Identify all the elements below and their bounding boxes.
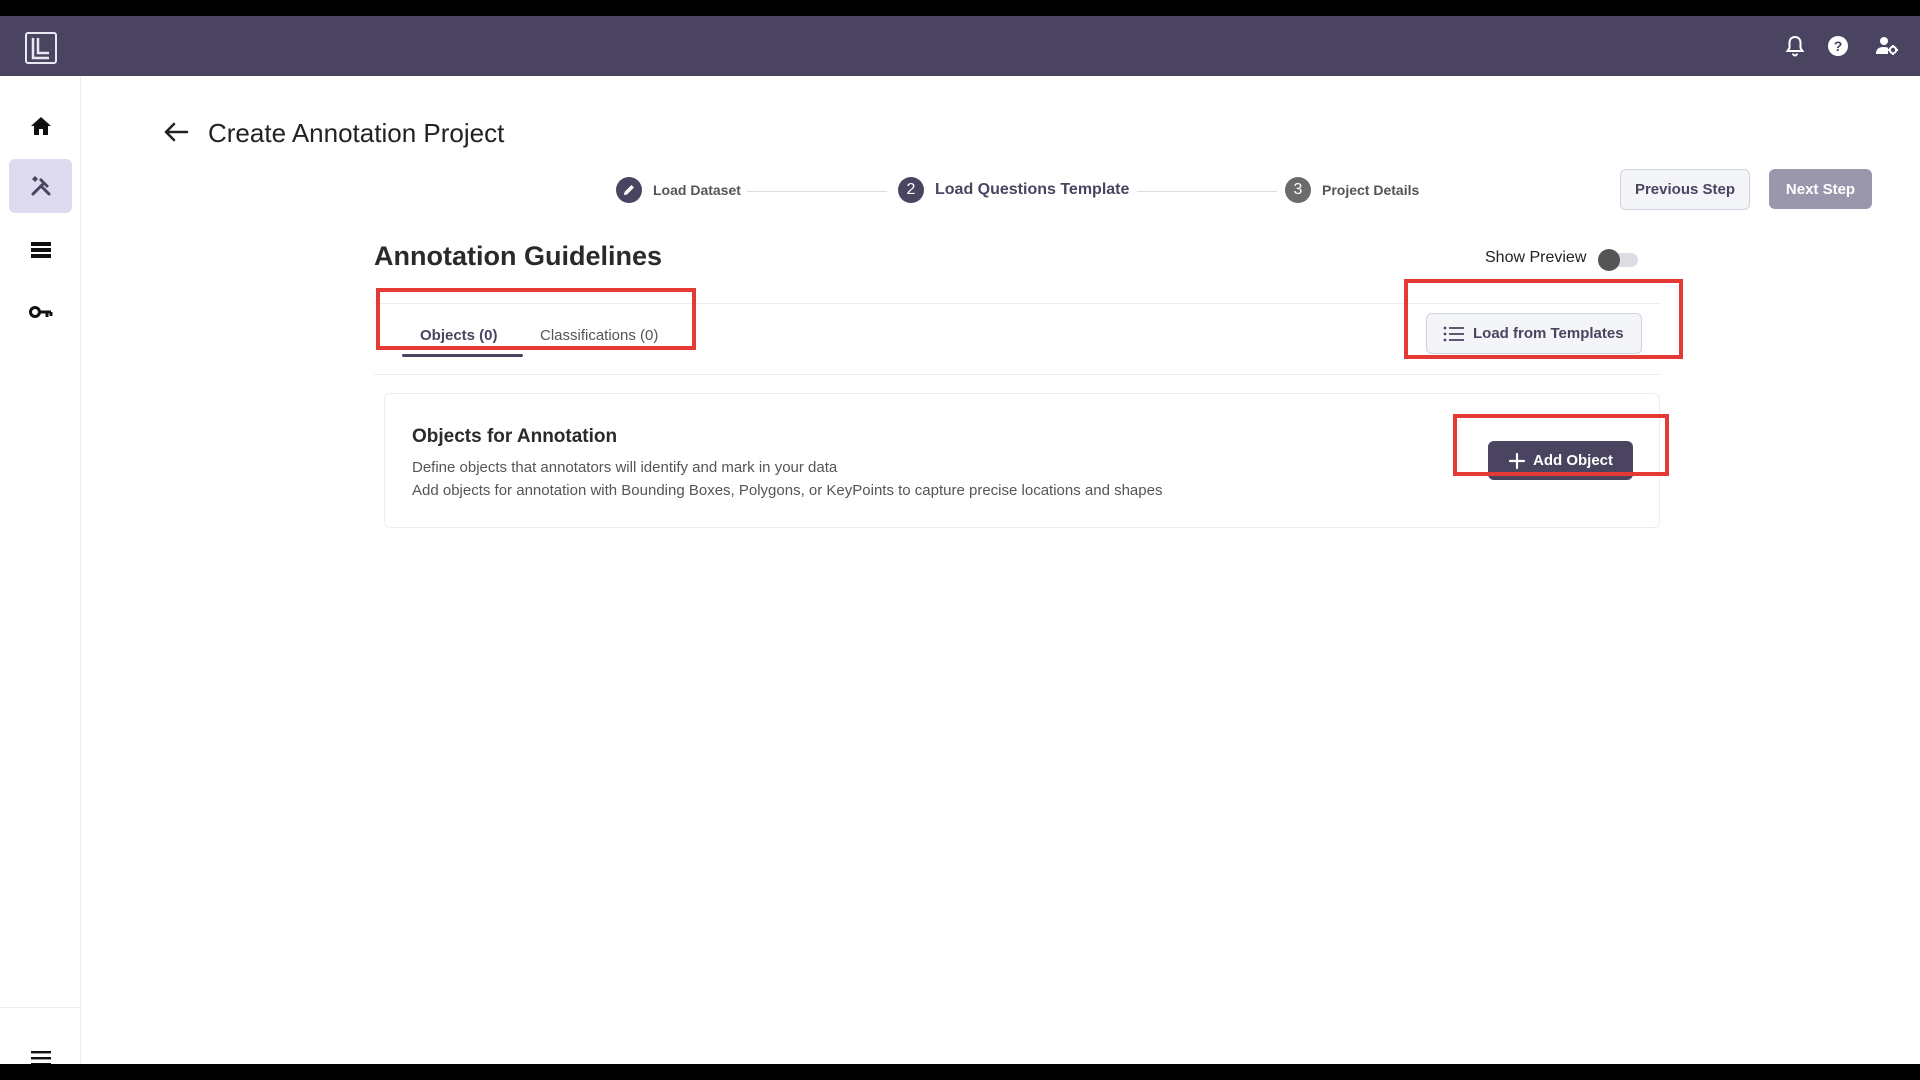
bell-icon[interactable]: [1783, 34, 1807, 58]
load-from-templates-button[interactable]: Load from Templates: [1426, 313, 1642, 354]
sidebar-item-list[interactable]: [9, 223, 72, 277]
top-bar: ?: [0, 16, 1920, 76]
list-icon: [30, 242, 51, 258]
step-label: Load Questions Template: [935, 181, 1130, 198]
step-load-dataset[interactable]: Load Dataset: [616, 176, 741, 204]
svg-text:?: ?: [1834, 38, 1843, 54]
show-preview-label: Show Preview: [1485, 249, 1587, 266]
back-arrow-icon[interactable]: [162, 120, 190, 144]
card-title: Objects for Annotation: [412, 426, 618, 447]
sidebar-item-tools[interactable]: [9, 159, 72, 213]
active-tab-indicator: [402, 354, 523, 357]
home-icon: [30, 117, 51, 135]
toggle-thumb: [1598, 249, 1620, 271]
sidebar: [0, 76, 81, 1064]
user-settings-icon[interactable]: [1875, 34, 1899, 58]
step-label: Load Dataset: [653, 182, 741, 198]
section-title: Annotation Guidelines: [374, 241, 662, 271]
step-completed-marker: [616, 177, 642, 203]
sidebar-item-home[interactable]: [9, 99, 72, 153]
previous-step-button[interactable]: Previous Step: [1620, 169, 1750, 210]
step-number: 3: [1285, 177, 1311, 203]
load-from-templates-label: Load from Templates: [1473, 325, 1624, 342]
app-logo[interactable]: [25, 32, 57, 64]
objects-card: Objects for Annotation Define objects th…: [384, 393, 1660, 528]
next-step-button[interactable]: Next Step: [1769, 169, 1872, 209]
sidebar-menu-toggle[interactable]: [9, 1031, 72, 1064]
page-title: Create Annotation Project: [208, 118, 505, 148]
add-object-label: Add Object: [1533, 452, 1614, 469]
screen-frame: ? Create Annotation Project Load Dataset…: [0, 0, 1920, 1080]
key-icon: [28, 306, 52, 318]
card-description: Define objects that annotators will iden…: [412, 459, 838, 476]
card-description: Add objects for annotation with Bounding…: [412, 482, 1163, 499]
add-object-button[interactable]: Add Object: [1488, 441, 1633, 480]
menu-icon: [30, 1051, 51, 1064]
tools-icon: [31, 176, 50, 196]
help-icon[interactable]: ?: [1826, 34, 1850, 58]
show-preview-toggle[interactable]: [1598, 249, 1640, 271]
edit-icon: [624, 185, 634, 195]
list-icon: [1443, 326, 1464, 341]
stepper-connector: [1137, 191, 1277, 192]
step-number: 2: [898, 177, 924, 203]
sidebar-divider: [0, 1007, 81, 1008]
tab-classifications[interactable]: Classifications (0): [540, 327, 658, 344]
app-window: ? Create Annotation Project Load Dataset…: [0, 16, 1920, 1064]
step-load-questions-template[interactable]: 2 Load Questions Template: [898, 176, 1129, 204]
plus-icon: [1509, 452, 1525, 469]
step-project-details[interactable]: 3 Project Details: [1285, 176, 1419, 204]
tab-objects[interactable]: Objects (0): [420, 327, 498, 344]
sidebar-item-keys[interactable]: [9, 285, 72, 339]
step-label: Project Details: [1322, 182, 1420, 198]
stepper-connector: [747, 191, 887, 192]
